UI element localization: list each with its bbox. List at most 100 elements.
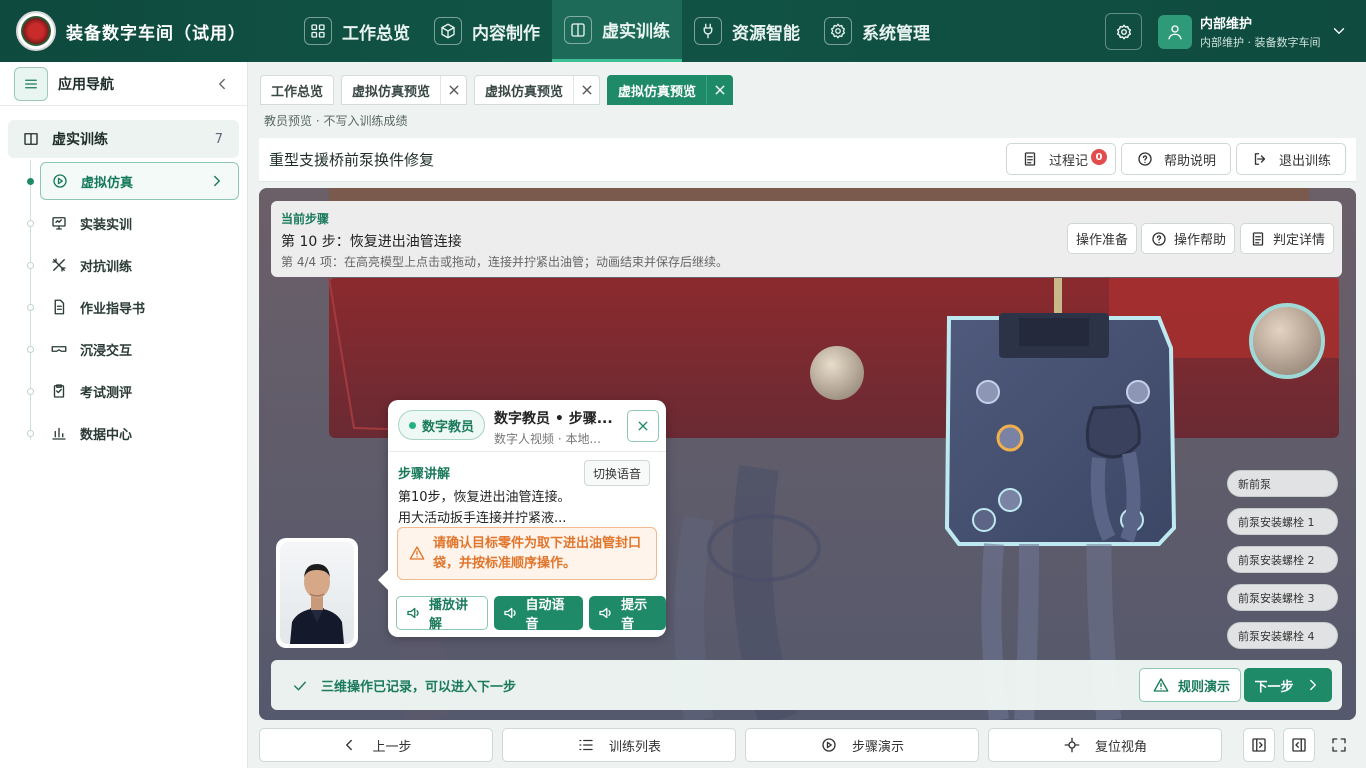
collapse-icon[interactable] bbox=[213, 75, 231, 93]
operation-help-button[interactable]: 操作帮助 bbox=[1141, 223, 1236, 254]
fullscreen-button[interactable] bbox=[1323, 728, 1355, 762]
tree-line bbox=[30, 160, 31, 440]
fullscreen-icon bbox=[1330, 736, 1348, 754]
settings-button[interactable] bbox=[1105, 13, 1142, 50]
section-title: 步骤讲解 bbox=[398, 467, 451, 482]
exit-training-button[interactable]: 退出训练 bbox=[1236, 143, 1347, 175]
sidebar-item-real-training[interactable]: 实装实训 bbox=[40, 204, 239, 242]
vr-goggles-icon bbox=[50, 340, 68, 358]
part-item[interactable]: 前泵安装螺栓 2 bbox=[1227, 546, 1338, 573]
nav-resources[interactable]: 资源智能 bbox=[682, 0, 812, 62]
status-message: 三维操作已记录，可以进入下一步 bbox=[291, 676, 516, 695]
user-subtitle: 内部维护 · 装备数字车间 bbox=[1200, 36, 1321, 49]
cube-icon bbox=[434, 17, 462, 45]
button-label: 规则演示 bbox=[1178, 679, 1231, 695]
play-explanation-button[interactable]: 播放讲解 bbox=[396, 596, 488, 632]
user-name: 内部维护 bbox=[1200, 17, 1253, 32]
sidebar-item-virtual-sim[interactable]: 虚拟仿真 bbox=[40, 162, 239, 200]
process-label: 过程记 bbox=[1049, 153, 1089, 169]
sidebar-item-immersive[interactable]: 沉浸交互 bbox=[40, 330, 239, 368]
document-icon bbox=[1249, 230, 1267, 248]
tab-preview-2[interactable]: 虚拟仿真预览 bbox=[474, 75, 601, 105]
rule-demo-button[interactable]: 规则演示 bbox=[1139, 668, 1242, 702]
menu-toggle-button[interactable] bbox=[14, 66, 48, 101]
part-item[interactable]: 前泵安装螺栓 3 bbox=[1227, 584, 1338, 611]
help-circle-icon bbox=[1136, 150, 1154, 168]
close-icon[interactable] bbox=[440, 76, 466, 104]
button-label: 步骤演示 bbox=[851, 739, 904, 755]
tree-dot bbox=[27, 430, 34, 437]
user-menu[interactable]: 内部维护 内部维护 · 装备数字车间 bbox=[1158, 13, 1321, 50]
plug-icon bbox=[694, 17, 722, 45]
close-icon[interactable] bbox=[573, 76, 599, 104]
file-icon bbox=[50, 298, 68, 316]
tree-dot bbox=[27, 304, 34, 311]
tab-label: 工作总览 bbox=[271, 84, 324, 100]
sidebar-item-data[interactable]: 数据中心 bbox=[40, 414, 239, 452]
chevron-right-icon bbox=[1304, 676, 1322, 694]
operation-prep-button[interactable]: 操作准备 bbox=[1067, 223, 1138, 254]
part-item[interactable]: 新前泵 bbox=[1227, 470, 1338, 497]
clipboard-icon bbox=[50, 382, 68, 400]
teacher-avatar bbox=[280, 542, 354, 644]
tab-preview-1[interactable]: 虚拟仿真预览 bbox=[341, 75, 468, 105]
part-item[interactable]: 前泵安装螺栓 1 bbox=[1227, 508, 1338, 535]
nav-content[interactable]: 内容制作 bbox=[422, 0, 552, 62]
prompt-sound-button[interactable]: 提示音 bbox=[589, 596, 667, 632]
list-icon bbox=[577, 736, 595, 754]
sidebar-item-label: 沉浸交互 bbox=[80, 343, 133, 359]
nav-system[interactable]: 系统管理 bbox=[812, 0, 942, 62]
warning-text: 请确认目标零件为取下进出油管封口袋，并按标准顺序操作。 bbox=[433, 536, 642, 571]
sidebar-item-exam[interactable]: 考试测评 bbox=[40, 372, 239, 410]
logout-icon bbox=[1251, 150, 1269, 168]
grid-icon bbox=[304, 17, 332, 45]
app-logo bbox=[16, 11, 56, 51]
nav-overview[interactable]: 工作总览 bbox=[292, 0, 422, 62]
warning-icon bbox=[408, 544, 426, 562]
close-icon[interactable] bbox=[706, 76, 732, 104]
nav-training[interactable]: 虚实训练 bbox=[552, 0, 682, 62]
sidebar-group-training[interactable]: 虚实训练 7 bbox=[8, 120, 239, 158]
close-popup-button[interactable] bbox=[627, 410, 659, 442]
part-item[interactable]: 前泵安装螺栓 4 bbox=[1227, 622, 1338, 649]
sidebar-item-label: 对抗训练 bbox=[80, 259, 133, 275]
help-button[interactable]: 帮助说明 bbox=[1121, 143, 1232, 175]
next-step-button[interactable]: 下一步 bbox=[1244, 668, 1332, 702]
3d-viewport[interactable]: 当前步骤 第 10 步：恢复进出油管连接 第 4/4 项：在高亮模型上点击或拖动… bbox=[259, 188, 1356, 720]
step-label: 当前步骤 bbox=[281, 212, 330, 226]
button-label: 上一步 bbox=[372, 739, 412, 755]
tab-label: 虚拟仿真预览 bbox=[352, 84, 431, 100]
page-header: 重型支援桥前泵换件修复 过程记 0 帮助说明 退出训练 bbox=[259, 138, 1356, 182]
left-panel-toggle-button[interactable] bbox=[1243, 728, 1275, 762]
sidebar-item-guide[interactable]: 作业指导书 bbox=[40, 288, 239, 326]
help-circle-icon bbox=[1150, 230, 1168, 248]
teacher-tag: 数字教员 bbox=[398, 410, 486, 440]
explanation-line-2: 用大活动扳手连接并拧紧液... bbox=[398, 511, 567, 526]
button-label: 下一步 bbox=[1254, 679, 1294, 695]
avatar bbox=[1158, 14, 1192, 49]
step-title: 第 10 步：恢复进出油管连接 bbox=[281, 234, 462, 250]
preview-hint: 教员预览 · 不写入训练成绩 bbox=[264, 114, 408, 128]
auto-voice-button[interactable]: 自动语音 bbox=[493, 596, 584, 632]
nav-label: 虚实训练 bbox=[602, 22, 670, 42]
training-list-button[interactable]: 训练列表 bbox=[502, 728, 736, 762]
switch-voice-button[interactable]: 切换语音 bbox=[584, 460, 651, 486]
chevron-down-icon[interactable] bbox=[1330, 22, 1348, 40]
tab-preview-3[interactable]: 虚拟仿真预览 bbox=[607, 75, 734, 105]
teacher-avatar-card[interactable] bbox=[276, 538, 358, 648]
button-label: 操作帮助 bbox=[1174, 233, 1227, 248]
previous-step-button[interactable]: 上一步 bbox=[259, 728, 493, 762]
right-panel-toggle-button[interactable] bbox=[1283, 728, 1315, 762]
document-icon bbox=[1021, 150, 1039, 168]
sidebar-item-combat[interactable]: 对抗训练 bbox=[40, 246, 239, 284]
group-count: 7 bbox=[214, 131, 223, 147]
panel-right-icon bbox=[1290, 736, 1308, 754]
judgement-detail-button[interactable]: 判定详情 bbox=[1240, 223, 1335, 254]
tab-overview[interactable]: 工作总览 bbox=[260, 75, 335, 105]
sidebar-item-label: 考试测评 bbox=[80, 385, 133, 401]
reset-view-button[interactable]: 复位视角 bbox=[988, 728, 1222, 762]
tab-bar: 工作总览 虚拟仿真预览 虚拟仿真预览 虚拟仿真预览 bbox=[260, 75, 734, 105]
step-demo-button[interactable]: 步骤演示 bbox=[745, 728, 979, 762]
process-record-button[interactable]: 过程记 0 bbox=[1006, 143, 1116, 175]
bottom-toolbar: 上一步 训练列表 步骤演示 复位视角 bbox=[259, 728, 1222, 762]
